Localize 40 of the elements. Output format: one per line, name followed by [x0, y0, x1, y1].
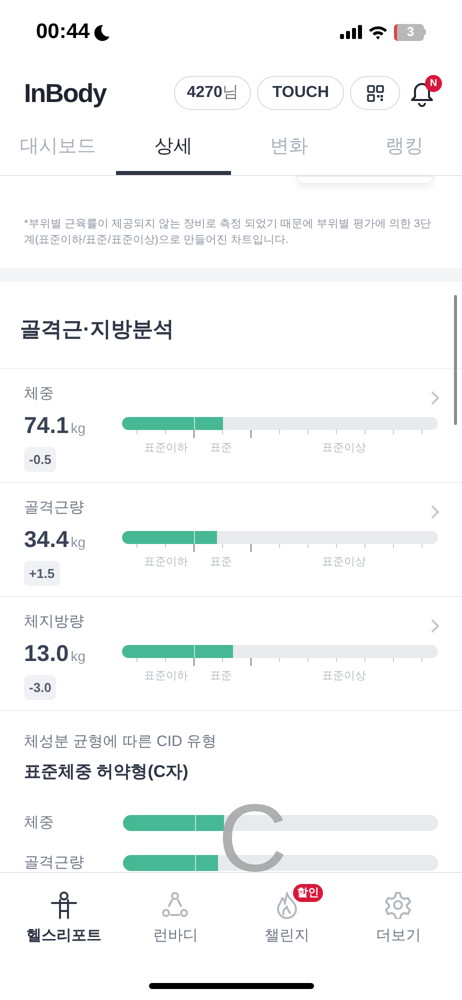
notification-badge: N	[425, 75, 442, 92]
scale-label: 표준이하	[144, 440, 188, 456]
metric-name: 골격근량	[24, 498, 84, 518]
nav-item[interactable]: 헬스리포트	[8, 891, 120, 1000]
chart-note: *부위별 근육률이 제공되지 않는 장비로 측정 되었기 때문에 부위별 평가에 의한 3단계(표준이하/표준/표준이상)으로 만들어진 차트입니다.	[23, 217, 432, 248]
cid-row-label: 체중	[24, 814, 54, 830]
scale-label: 표준이하	[144, 668, 188, 684]
status-time: 00:44	[36, 19, 90, 46]
change-badge: -3.0	[24, 674, 56, 700]
change-badge: -0.5	[24, 446, 56, 472]
user-button[interactable]: 4270님	[174, 76, 252, 110]
cid-type: 표준체중 허약형(C자)	[24, 761, 190, 783]
metric-unit: kg	[70, 419, 86, 438]
scale-label: 표준이상	[322, 554, 366, 570]
battery-icon: 3	[394, 24, 426, 40]
cid-letter: C	[218, 798, 288, 878]
cid-row-label: 골격근량	[24, 854, 84, 870]
metric-unit: kg	[70, 533, 86, 552]
metric-value: 74.1	[24, 411, 69, 440]
change-badge: +1.5	[24, 560, 60, 586]
inbody-logo: InBody	[24, 76, 106, 110]
scale-label: 표준이하	[144, 554, 188, 570]
cid-caption: 체성분 균형에 따른 CID 유형	[24, 732, 218, 752]
scale-label: 표준	[210, 440, 232, 456]
nav-item[interactable]: 더보기	[342, 891, 454, 1000]
metric-row[interactable]: 골격근량 34.4kg +1.5 표준이하 표준 표준이상	[0, 482, 462, 596]
metric-row[interactable]: 체중 74.1 kg -0.5 표준이하 표준 표준이상	[0, 368, 462, 482]
metric-name: 체중	[24, 384, 54, 404]
metric-value: 13.0	[24, 639, 69, 668]
nav-item[interactable]: 런바디	[120, 891, 231, 1000]
tab[interactable]: 상세	[116, 124, 231, 175]
scale-label: 표준이상	[322, 668, 366, 684]
touch-button[interactable]: TOUCH	[257, 76, 344, 110]
scale-label: 표준	[210, 554, 232, 570]
metric-unit: kg	[70, 647, 86, 666]
metric-row[interactable]: 체지방량 13.0 kg -3.0 표준이하 표준 표준이상	[0, 596, 462, 710]
scale-label: 표준이상	[322, 440, 366, 456]
metric-name: 체지방량	[24, 612, 84, 632]
scale-label: 표준	[210, 668, 232, 684]
metric-value: 34.4	[24, 525, 69, 554]
